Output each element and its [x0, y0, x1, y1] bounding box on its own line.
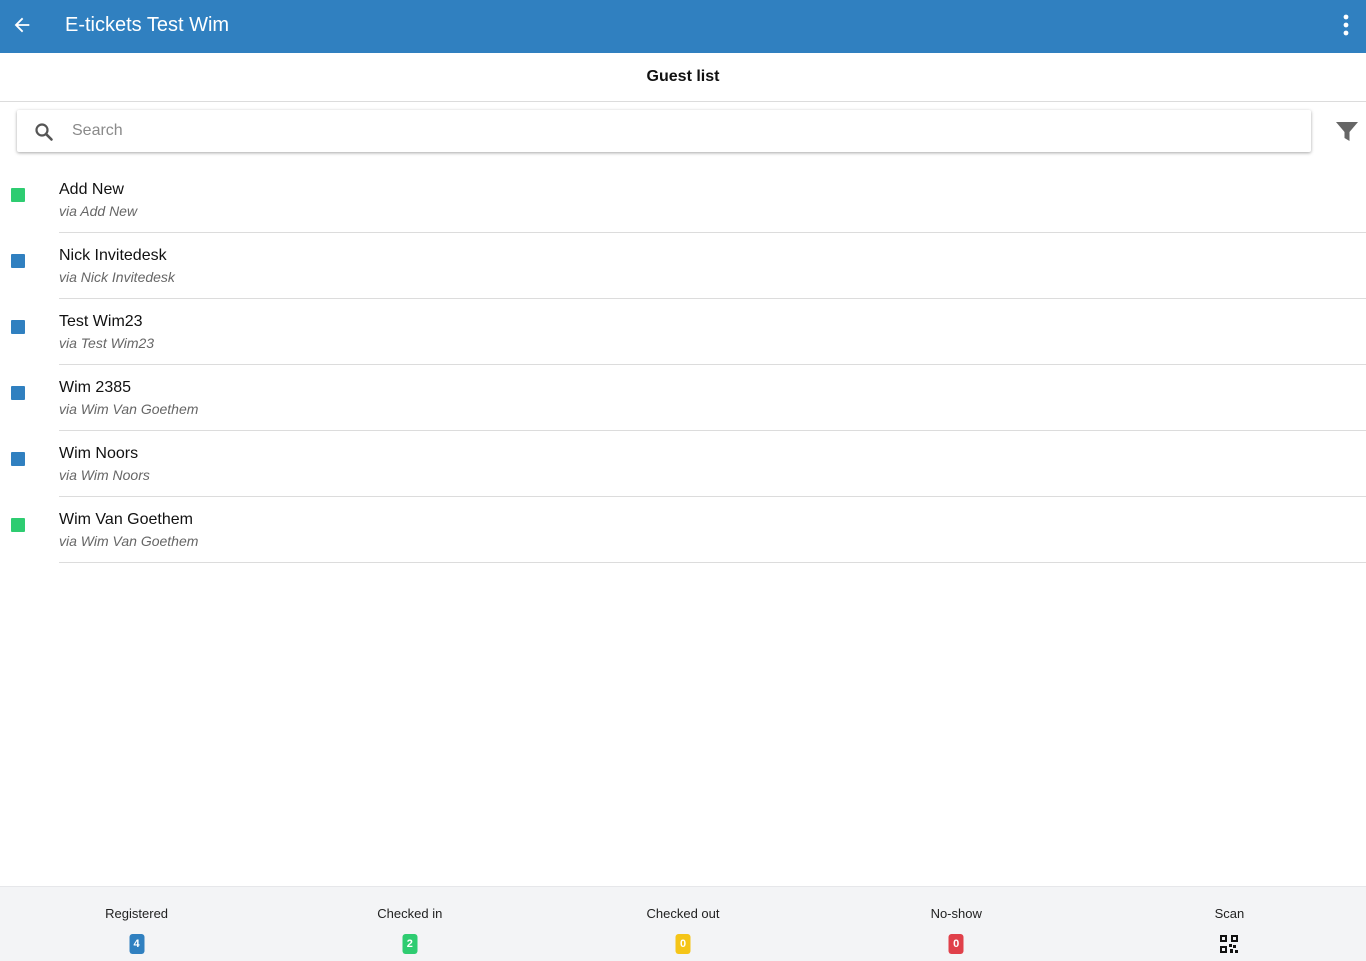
list-item[interactable]: Add New via Add New: [0, 167, 1366, 233]
guest-via: via Wim Noors: [59, 467, 150, 483]
guest-list: Add New via Add New Nick Invitedesk via …: [0, 167, 1366, 563]
tab-registered[interactable]: Registered 4: [0, 887, 273, 961]
tab-label: Checked out: [646, 906, 720, 921]
tab-label: Checked in: [377, 906, 443, 921]
count-badge: 4: [129, 934, 145, 954]
tab-no-show[interactable]: No-show 0: [820, 887, 1093, 961]
guest-via: via Wim Van Goethem: [59, 401, 199, 417]
guest-via: via Add New: [59, 203, 138, 219]
back-button[interactable]: [6, 9, 38, 41]
search-input[interactable]: [72, 110, 1292, 152]
app-title: E-tickets Test Wim: [65, 14, 230, 36]
count-badge: 0: [948, 934, 964, 954]
app-root: E-tickets Test Wim Guest list Add New vi…: [0, 0, 1366, 961]
guest-name: Wim Van Goethem: [59, 511, 193, 528]
guest-via: via Test Wim23: [59, 335, 155, 351]
tab-label: No-show: [930, 906, 982, 921]
list-item[interactable]: Test Wim23 via Test Wim23: [0, 299, 1366, 365]
arrow-left-icon: [14, 17, 30, 33]
tab-checked-in[interactable]: Checked in 2: [273, 887, 546, 961]
count-badge: 0: [675, 934, 691, 954]
filter-button[interactable]: [1332, 118, 1362, 146]
list-item[interactable]: Nick Invitedesk via Nick Invitedesk: [0, 233, 1366, 299]
search-icon: [35, 123, 53, 141]
status-indicator: [11, 518, 25, 532]
guest-via: via Nick Invitedesk: [59, 269, 175, 285]
guest-via: via Wim Van Goethem: [59, 533, 199, 549]
tab-scan[interactable]: Scan: [1093, 887, 1366, 961]
guest-name: Wim Noors: [59, 445, 139, 462]
list-item[interactable]: Wim Noors via Wim Noors: [0, 431, 1366, 497]
more-options-button[interactable]: [1332, 9, 1360, 41]
tab-checked-out[interactable]: Checked out 0: [546, 887, 819, 961]
divider: [59, 562, 1366, 563]
app-header: E-tickets Test Wim: [0, 0, 1366, 53]
list-item[interactable]: Wim Van Goethem via Wim Van Goethem: [0, 497, 1366, 563]
qr-code-icon: [1220, 935, 1239, 953]
guest-name: Wim 2385: [59, 379, 132, 396]
bottom-stats-bar: Registered 4 Checked in 2 Checked out 0 …: [0, 886, 1366, 961]
more-vertical-icon: [1343, 14, 1349, 36]
count-badge: 2: [402, 934, 418, 954]
list-item[interactable]: Wim 2385 via Wim Van Goethem: [0, 365, 1366, 431]
status-indicator: [11, 452, 25, 466]
status-indicator: [11, 320, 25, 334]
tab-label: Registered: [105, 906, 169, 921]
page-subheader: Guest list: [0, 53, 1366, 102]
search-bar: [17, 110, 1311, 152]
page-title: Guest list: [646, 68, 720, 85]
tab-label: Scan: [1214, 906, 1245, 921]
status-indicator: [11, 254, 25, 268]
guest-name: Nick Invitedesk: [59, 247, 167, 264]
status-indicator: [11, 386, 25, 400]
guest-name: Add New: [59, 181, 124, 198]
guest-name: Test Wim23: [59, 313, 143, 330]
status-indicator: [11, 188, 25, 202]
filter-icon: [1336, 122, 1358, 141]
